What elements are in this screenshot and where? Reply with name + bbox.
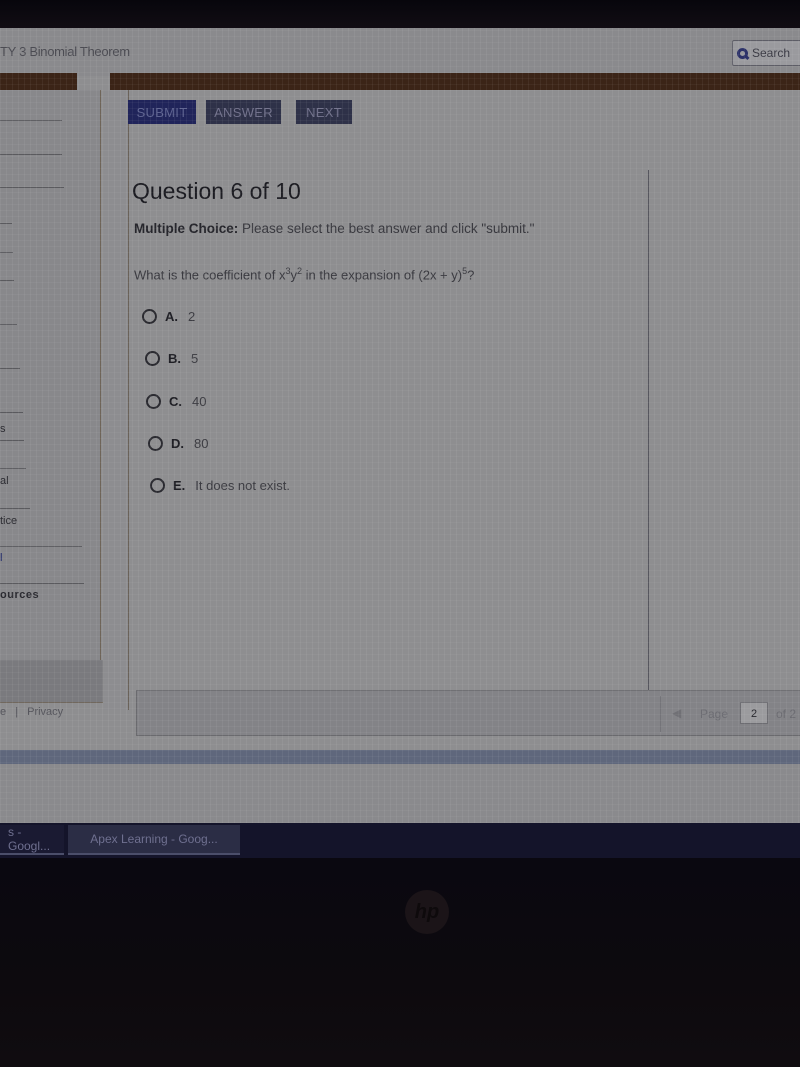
option-text: 40 [192, 394, 207, 409]
instruction-type: Multiple Choice: [134, 221, 239, 236]
sidebar-divider [0, 280, 14, 281]
column-stripe [104, 90, 129, 710]
question-prompt: What is the coefficient of x3y2 in the e… [134, 266, 474, 282]
sidebar-item[interactable]: al [0, 475, 9, 487]
submit-button[interactable]: SUBMIT [128, 100, 196, 124]
footer-link[interactable]: e [0, 706, 6, 718]
browser-screen: TY 3 Binomial Theorem Search s al tice l… [0, 28, 800, 823]
page-prev-icon[interactable]: ◀ [672, 706, 681, 720]
window-bottom-strip [0, 750, 800, 764]
footer-links: e | Privacy [0, 706, 69, 718]
monitor-bezel-top [0, 0, 800, 30]
sidebar: s al tice l ources [0, 90, 103, 703]
option-letter: C. [169, 394, 182, 409]
sidebar-divider [0, 187, 64, 188]
page-label: Page [700, 707, 729, 721]
sidebar-divider [0, 120, 62, 121]
option-letter: D. [171, 436, 184, 451]
monitor-bezel-bottom [0, 858, 800, 1067]
content-header-bar [110, 73, 800, 90]
course-title: TY 3 Binomial Theorem [0, 44, 130, 59]
sidebar-item[interactable]: s [0, 423, 6, 435]
content-divider [648, 170, 649, 710]
sidebar-divider [0, 154, 62, 155]
radio-button[interactable] [150, 478, 165, 493]
radio-button[interactable] [148, 436, 163, 451]
answer-option-d[interactable]: D. 80 [148, 436, 208, 451]
search-icon [737, 47, 748, 59]
taskbar: s - Googl... Apex Learning - Goog... [0, 823, 800, 858]
option-letter: A. [165, 309, 178, 324]
option-text: 5 [191, 351, 199, 366]
course-header: TY 3 Binomial Theorem Search [0, 28, 800, 76]
page-total: of 2 [776, 707, 797, 721]
footer-separator: | [15, 706, 19, 718]
next-button[interactable]: NEXT [296, 100, 352, 124]
page-number-input[interactable]: 2 [740, 702, 768, 724]
sidebar-divider [0, 440, 24, 441]
sidebar-header-bar [0, 73, 77, 90]
search-button[interactable]: Search [732, 40, 800, 66]
taskbar-item-apex-learning[interactable]: Apex Learning - Goog... [68, 825, 240, 855]
option-text: It does not exist. [195, 478, 290, 493]
answer-option-c[interactable]: C. 40 [146, 394, 206, 409]
sidebar-item[interactable]: l [0, 552, 2, 564]
search-label: Search [752, 46, 791, 60]
sidebar-footer-block [0, 660, 103, 703]
option-letter: B. [168, 351, 181, 366]
sidebar-divider [0, 252, 13, 253]
sidebar-divider [0, 223, 12, 224]
taskbar-item[interactable]: s - Googl... [0, 825, 64, 855]
sidebar-item[interactable]: tice [0, 515, 17, 527]
answer-option-b[interactable]: B. 5 [145, 351, 198, 366]
radio-button[interactable] [146, 394, 161, 409]
question-title: Question 6 of 10 [132, 178, 301, 204]
option-text: 80 [194, 436, 209, 451]
sidebar-divider [0, 412, 23, 413]
answer-button[interactable]: ANSWER [206, 100, 281, 124]
sidebar-divider [0, 546, 82, 547]
answer-option-a[interactable]: A. 2 [142, 309, 195, 324]
pager-separator [660, 696, 661, 732]
sidebar-divider [0, 468, 26, 469]
option-text: 2 [188, 309, 196, 324]
hp-logo-icon: hp [405, 890, 449, 934]
browser-lower-area [0, 764, 800, 823]
answer-option-e[interactable]: E. It does not exist. [150, 478, 290, 493]
radio-button[interactable] [145, 351, 160, 366]
sidebar-divider [0, 583, 84, 584]
prompt-text: in the expansion of (2x + y) [302, 267, 463, 283]
radio-button[interactable] [142, 309, 157, 324]
instruction-text: Please select the best answer and click … [238, 221, 535, 236]
question-instructions: Multiple Choice: Please select the best … [134, 221, 534, 236]
prompt-text: ? [467, 267, 475, 283]
prompt-text: What is the coefficient of x [134, 267, 286, 283]
sidebar-divider [0, 324, 17, 325]
sidebar-divider [0, 508, 30, 509]
sidebar-divider [0, 368, 20, 369]
privacy-link[interactable]: Privacy [27, 706, 63, 718]
option-letter: E. [173, 478, 186, 493]
question-panel: SUBMIT ANSWER NEXT Question 6 of 10 Mult… [128, 90, 800, 710]
sidebar-item-resources[interactable]: ources [0, 589, 39, 601]
